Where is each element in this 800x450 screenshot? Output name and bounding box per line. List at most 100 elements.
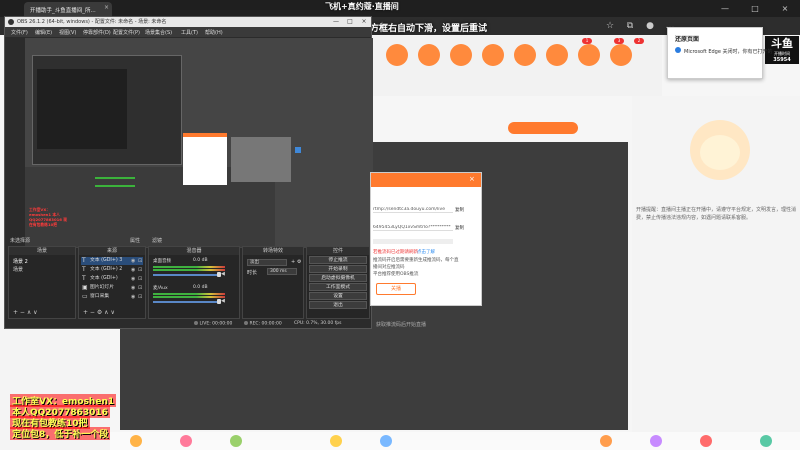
menu-tools[interactable]: 工具(T): [181, 29, 198, 36]
eye-icon[interactable]: ◉: [131, 284, 135, 292]
speaker-icon[interactable]: ◀: [221, 298, 225, 304]
nav-icon-1[interactable]: [386, 44, 408, 66]
volume-slider[interactable]: [153, 274, 219, 276]
scene-item[interactable]: 场景: [13, 266, 23, 273]
source-item[interactable]: T 文本 (GDI+) 2 ◉ ⊡: [81, 266, 143, 274]
gift-icon[interactable]: [600, 435, 612, 447]
learn-more-link[interactable]: 点击了解: [417, 249, 435, 255]
source-item[interactable]: T 文本 (GDI+) ◉ ⊡: [81, 275, 143, 283]
virtual-camera-button[interactable]: 启动虚拟摄像机: [309, 274, 367, 282]
live-status: LIVE: 00:00:00: [194, 321, 232, 327]
mini-meter: [95, 177, 135, 179]
nav-icon-5[interactable]: [514, 44, 536, 66]
stream-key-field[interactable]: 6495453LyQQ1xvSmtrlo?*********: [373, 225, 453, 231]
lock-icon[interactable]: ⊡: [138, 275, 142, 283]
mixer-dock: 混音器 桌面音频 0.0 dB ◀ 麦/Aux 0.0 dB ◀: [148, 246, 240, 319]
obs-maximize-button[interactable]: □: [343, 17, 357, 27]
scene-item[interactable]: 场景 2: [13, 258, 28, 265]
obs-close-button[interactable]: ×: [357, 17, 371, 27]
gift-icon[interactable]: [760, 435, 772, 447]
audio-meter: [153, 293, 225, 295]
tab-close-icon[interactable]: ×: [104, 4, 109, 11]
dialog-close-icon[interactable]: ×: [469, 175, 475, 183]
nested-dialog: [183, 133, 227, 185]
gift-icon[interactable]: [380, 435, 392, 447]
rtmp-url-field[interactable]: rtmp://sendtc3a.douyu.com/live: [373, 207, 453, 213]
badge: 2: [634, 38, 644, 44]
menu-scene-collection[interactable]: 场景集合(S): [145, 29, 172, 36]
lock-icon[interactable]: ⊡: [138, 284, 142, 292]
copy-url-button[interactable]: 复制: [455, 207, 464, 213]
cpu-status: CPU: 0.7%, 30.00 fps: [294, 321, 342, 326]
copy-key-button[interactable]: 复制: [455, 225, 464, 231]
eye-icon[interactable]: ◉: [131, 257, 135, 265]
maximize-button[interactable]: □: [740, 0, 770, 17]
settings-button[interactable]: 设置: [309, 292, 367, 300]
nav-icon-3[interactable]: [450, 44, 472, 66]
nested-capture-inner: [37, 69, 127, 149]
nav-icon-8[interactable]: [610, 44, 632, 66]
scene-controls[interactable]: + − ∧ ∨: [13, 309, 38, 316]
profile-icon[interactable]: ●: [644, 20, 656, 32]
source-item[interactable]: T 文本 (GDI+) 3 ◉ ⊡: [81, 257, 143, 265]
nav-icon-2[interactable]: [418, 44, 440, 66]
eye-icon[interactable]: ◉: [131, 266, 135, 274]
eye-icon[interactable]: ◉: [131, 275, 135, 283]
gift-icon[interactable]: [130, 435, 142, 447]
source-controls[interactable]: + − ⚙ ∧ ∨: [83, 309, 115, 316]
rec-time: REC: 00:00:00: [249, 321, 282, 327]
menu-edit[interactable]: 编辑(E): [35, 29, 52, 36]
favorites-icon[interactable]: ☆: [604, 20, 616, 32]
rec-dot-icon: [244, 321, 248, 325]
minimize-button[interactable]: —: [710, 0, 740, 17]
menu-profile[interactable]: 配置文件(P): [113, 29, 140, 36]
speaker-icon[interactable]: ◀: [221, 271, 225, 277]
obs-menu-bar: 文件(F) 编辑(E) 视图(V) 停靠部件(D) 配置文件(P) 场景集合(S…: [5, 27, 371, 37]
source-label: 图片幻灯片: [90, 285, 114, 290]
properties-button[interactable]: 属性: [130, 237, 140, 244]
duration-input[interactable]: 300 ms: [267, 268, 297, 275]
menu-docks[interactable]: 停靠部件(D): [83, 29, 111, 36]
gift-icon[interactable]: [330, 435, 342, 447]
logo-number: 35954: [773, 57, 791, 63]
lock-icon[interactable]: ⊡: [138, 293, 142, 301]
exit-button[interactable]: 退出: [309, 301, 367, 309]
gear-icon[interactable]: ⚙: [297, 259, 301, 265]
add-transition-icon[interactable]: +: [291, 259, 295, 265]
gift-icon[interactable]: [650, 435, 662, 447]
filters-button[interactable]: 滤镜: [152, 237, 162, 244]
tab-title: 开播助手_斗鱼直播间_所...: [30, 8, 96, 14]
source-item[interactable]: ▣ 图片幻灯片 ◉ ⊡: [81, 284, 143, 292]
eye-icon[interactable]: ◉: [131, 293, 135, 301]
source-item[interactable]: ▭ 窗口采集 ◉ ⊡: [81, 293, 143, 301]
nav-icon-7[interactable]: [578, 44, 600, 66]
close-stream-button[interactable]: 关播: [376, 283, 416, 295]
overlay-message: 后播方框右自动下滑，设置后重试: [352, 24, 488, 34]
start-recording-button[interactable]: 开始录制: [309, 265, 367, 273]
close-button[interactable]: ×: [770, 0, 800, 17]
promo-strip[interactable]: [508, 122, 578, 134]
menu-help[interactable]: 帮助(H): [205, 29, 223, 36]
nav-icon-6[interactable]: [546, 44, 568, 66]
volume-slider[interactable]: [153, 301, 219, 303]
studio-mode-button[interactable]: 工作室模式: [309, 283, 367, 291]
gift-icon[interactable]: [230, 435, 242, 447]
browser-tab[interactable]: 开播助手_斗鱼直播间_所...: [24, 2, 112, 17]
source-label: 文本 (GDI+) 3: [90, 258, 123, 263]
nav-icon-4[interactable]: [482, 44, 504, 66]
collections-icon[interactable]: ⧉: [624, 20, 636, 32]
lock-icon[interactable]: ⊡: [138, 257, 142, 265]
gift-icon[interactable]: [180, 435, 192, 447]
edge-restore-popup[interactable]: 还原页面 Microsoft Edge 关闭时，你有已打开的: [667, 27, 773, 79]
obs-minimize-button[interactable]: —: [329, 17, 343, 27]
audio-meter: [153, 296, 225, 298]
popup-title: 还原页面: [675, 36, 700, 43]
lock-icon[interactable]: ⊡: [138, 266, 142, 274]
popup-body: Microsoft Edge 关闭时，你有已打开的: [684, 49, 773, 55]
gift-icon[interactable]: [700, 435, 712, 447]
transition-type-select[interactable]: 淡出: [247, 259, 287, 266]
stop-streaming-button[interactable]: 停止推流: [309, 256, 367, 264]
menu-view[interactable]: 视图(V): [59, 29, 76, 36]
menu-file[interactable]: 文件(F): [11, 29, 28, 36]
text-icon: T: [82, 275, 86, 282]
